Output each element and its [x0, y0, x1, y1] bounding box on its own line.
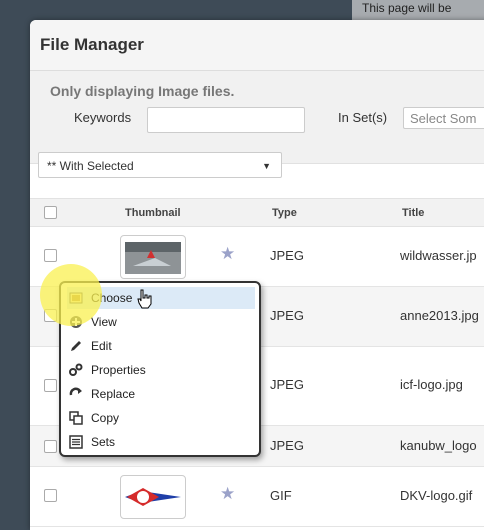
page-notice: This page will be [352, 0, 484, 22]
star-icon[interactable]: ★ [220, 244, 235, 264]
row-checkbox[interactable] [44, 489, 57, 502]
file-title[interactable]: icf-logo.jpg [400, 377, 463, 392]
copy-icon [69, 411, 83, 425]
menu-item-copy[interactable]: Copy [67, 407, 255, 429]
star-icon[interactable]: ★ [220, 484, 235, 504]
file-type: JPEG [270, 438, 304, 453]
file-title[interactable]: DKV-logo.gif [400, 488, 472, 503]
thumbnail[interactable] [120, 475, 186, 519]
file-type: JPEG [270, 308, 304, 323]
menu-item-label: Sets [91, 435, 116, 449]
with-selected-label: ** With Selected [47, 159, 134, 173]
caret-down-icon: ▼ [262, 161, 271, 171]
with-selected-dropdown[interactable]: ** With Selected ▼ [38, 152, 282, 178]
menu-item-label: Copy [91, 411, 120, 425]
table-row[interactable]: ★ GIF DKV-logo.gif [30, 467, 484, 527]
dialog-title: File Manager [30, 20, 484, 71]
table-header: Thumbnail Type Title [30, 198, 484, 227]
header-title: Title [402, 207, 425, 219]
filter-panel: Only displaying Image files. Keywords In… [30, 71, 484, 164]
select-all-checkbox[interactable] [44, 206, 57, 219]
set-select[interactable]: Select Som [403, 107, 484, 129]
file-title[interactable]: wildwasser.jp [400, 248, 477, 263]
menu-item-label: Edit [91, 339, 112, 353]
menu-item-replace[interactable]: Replace [67, 383, 255, 405]
file-title[interactable]: anne2013.jpg [400, 308, 479, 323]
row-checkbox[interactable] [44, 249, 57, 262]
hand-cursor-icon [137, 289, 152, 309]
gears-icon [69, 363, 83, 376]
header-type: Type [272, 207, 297, 219]
set-label: In Set(s) [338, 110, 388, 125]
pencil-icon [71, 341, 81, 351]
menu-item-edit[interactable]: Edit [67, 335, 255, 357]
click-highlight [40, 264, 102, 326]
menu-item-label: Properties [91, 363, 146, 377]
menu-item-label: Replace [91, 387, 136, 401]
thumbnail[interactable] [120, 235, 186, 279]
keywords-input[interactable] [147, 107, 305, 133]
file-type: GIF [270, 488, 292, 503]
header-thumbnail: Thumbnail [125, 207, 181, 219]
filter-note: Only displaying Image files. [50, 83, 235, 99]
file-type: JPEG [270, 377, 304, 392]
file-title[interactable]: kanubw_logo [400, 438, 477, 453]
row-checkbox[interactable] [44, 379, 57, 392]
keywords-label: Keywords [74, 110, 132, 125]
table-row[interactable]: ★ JPEG wildwasser.jp [30, 227, 484, 287]
list-icon [69, 435, 83, 449]
menu-item-properties[interactable]: Properties [67, 359, 255, 381]
replace-icon [69, 387, 82, 396]
menu-item-sets[interactable]: Sets [67, 431, 255, 453]
file-type: JPEG [270, 248, 304, 263]
row-checkbox[interactable] [44, 440, 57, 453]
